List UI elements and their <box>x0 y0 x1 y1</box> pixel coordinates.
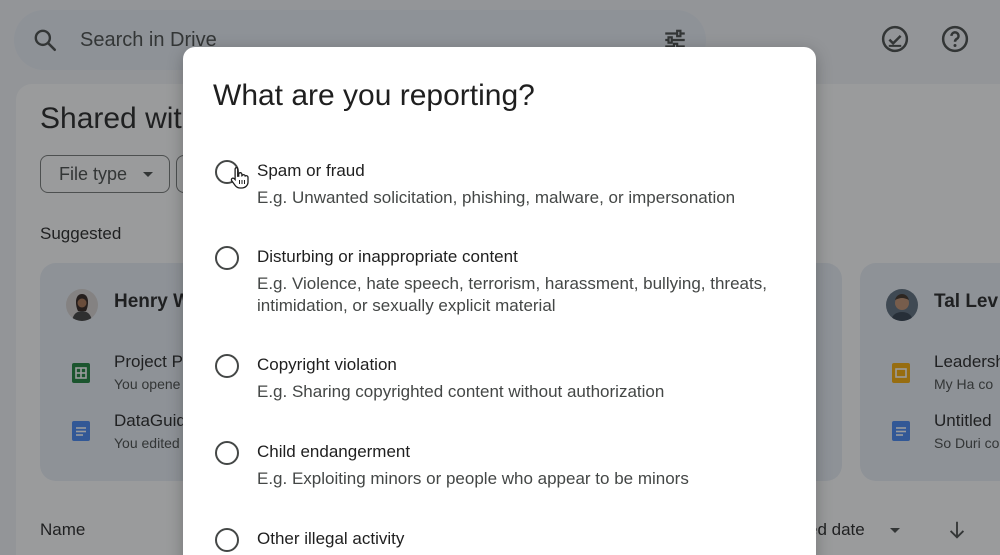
option-label: Spam or fraud <box>257 161 365 180</box>
radio-button[interactable] <box>215 441 239 465</box>
report-dialog: What are you reporting? Spam or fraud E.… <box>183 47 816 555</box>
option-description: E.g. Sharing copyrighted content without… <box>257 382 665 401</box>
option-description: E.g. Unwanted solicitation, phishing, ma… <box>257 188 736 207</box>
hand-cursor-icon <box>230 166 249 189</box>
option-description: E.g. Exploiting minors or people who app… <box>257 469 689 488</box>
option-label: Other illegal activity <box>257 529 405 548</box>
radio-button[interactable] <box>215 528 239 552</box>
radio-button[interactable] <box>215 354 239 378</box>
radio-button[interactable] <box>215 246 239 270</box>
option-label: Child endangerment <box>257 442 411 461</box>
option-label: Disturbing or inappropriate content <box>257 247 518 266</box>
option-label: Copyright violation <box>257 355 397 374</box>
dialog-title: What are you reporting? <box>213 79 535 112</box>
option-description: E.g. Violence, hate speech, terrorism, h… <box>257 274 767 315</box>
